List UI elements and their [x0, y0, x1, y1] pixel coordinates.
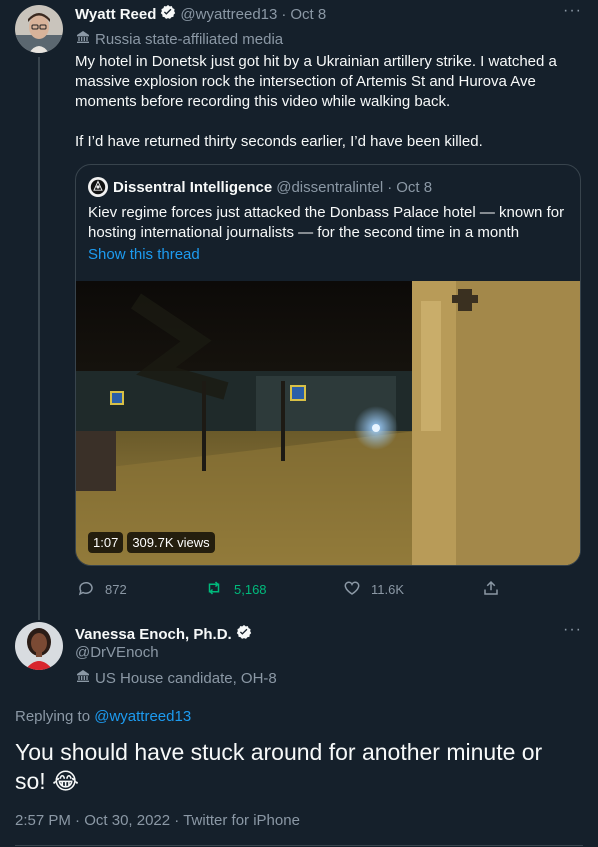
- retweet-icon: [204, 579, 224, 600]
- share-button[interactable]: [482, 579, 500, 600]
- separator: ·: [281, 5, 287, 23]
- reply-avatar[interactable]: [15, 622, 63, 670]
- avatar[interactable]: [15, 5, 63, 53]
- reply-date[interactable]: Oct 30, 2022: [84, 812, 170, 829]
- separator: ·: [174, 812, 180, 829]
- verified-icon: [236, 624, 252, 645]
- reply-time[interactable]: 2:57 PM: [15, 812, 71, 829]
- candidate-text: US House candidate, OH-8: [95, 669, 277, 687]
- affiliation-label: Russia state-affiliated media: [75, 29, 283, 49]
- quote-author-name[interactable]: Dissentral Intelligence: [113, 179, 272, 196]
- government-building-icon: [75, 29, 91, 49]
- replying-to-handle[interactable]: @wyattreed13: [94, 708, 191, 725]
- affiliation-text: Russia state-affiliated media: [95, 30, 284, 48]
- separator: ·: [75, 812, 81, 829]
- replying-to: Replying to @wyattreed13: [15, 708, 191, 725]
- reply-header: Vanessa Enoch, Ph.D.: [75, 624, 252, 645]
- reply-count: 872: [105, 582, 127, 597]
- divider: [15, 845, 583, 846]
- like-icon: [343, 579, 361, 600]
- verified-icon: [160, 4, 176, 25]
- laughing-emoji: 😂: [52, 768, 79, 794]
- tweet-text: My hotel in Donetsk just got hit by a Uk…: [75, 52, 580, 152]
- video-player[interactable]: 1:07 309.7K views: [76, 281, 580, 565]
- more-icon[interactable]: ···: [563, 621, 582, 639]
- reply-author-name[interactable]: Vanessa Enoch, Ph.D.: [75, 626, 232, 643]
- video-views: 309.7K views: [127, 532, 215, 553]
- reply-text-body: You should have stuck around for another…: [15, 739, 543, 794]
- tweet-text-paragraph-1: My hotel in Donetsk just got hit by a Uk…: [75, 53, 557, 110]
- separator: ·: [387, 178, 393, 196]
- video-thumbnail: [76, 281, 580, 565]
- quote-text: Kiev regime forces just attacked the Don…: [88, 204, 565, 241]
- government-building-icon: [75, 668, 91, 688]
- reply-author-handle[interactable]: @DrVEnoch: [75, 644, 159, 661]
- quote-author-handle[interactable]: @dissentralintel: [276, 179, 383, 196]
- quote-header: Dissentral Intelligence @dissentralintel…: [88, 177, 432, 197]
- tweet-date[interactable]: Oct 8: [290, 6, 326, 23]
- retweet-count: 5,168: [234, 582, 267, 597]
- reply-text: You should have stuck around for another…: [15, 738, 575, 796]
- video-duration: 1:07: [88, 532, 124, 553]
- quoted-tweet[interactable]: Dissentral Intelligence @dissentralintel…: [75, 164, 581, 566]
- reply-source[interactable]: Twitter for iPhone: [183, 812, 300, 829]
- author-handle[interactable]: @wyattreed13: [180, 6, 277, 23]
- reply-icon: [77, 579, 95, 600]
- quote-avatar[interactable]: [88, 177, 108, 197]
- replying-to-prefix: Replying to: [15, 708, 91, 725]
- like-count: 11.6K: [371, 582, 405, 597]
- like-button[interactable]: 11.6K: [343, 579, 404, 600]
- tweet-text-paragraph-2: If I’d have returned thirty seconds earl…: [75, 133, 483, 150]
- thread-line: [38, 57, 40, 620]
- reply-meta: 2:57 PM · Oct 30, 2022 · Twitter for iPh…: [15, 812, 300, 829]
- reply-button[interactable]: 872: [77, 579, 127, 600]
- share-icon: [482, 579, 500, 600]
- author-name[interactable]: Wyatt Reed: [75, 6, 156, 23]
- tweet-header: Wyatt Reed @wyattreed13 · Oct 8: [75, 4, 326, 25]
- more-icon[interactable]: ···: [563, 2, 582, 20]
- candidate-label: US House candidate, OH-8: [75, 668, 277, 688]
- video-overlay: 1:07 309.7K views: [88, 532, 215, 553]
- show-thread-link[interactable]: Show this thread: [88, 246, 200, 263]
- quote-date[interactable]: Oct 8: [396, 179, 432, 196]
- retweet-button[interactable]: 5,168: [204, 579, 267, 600]
